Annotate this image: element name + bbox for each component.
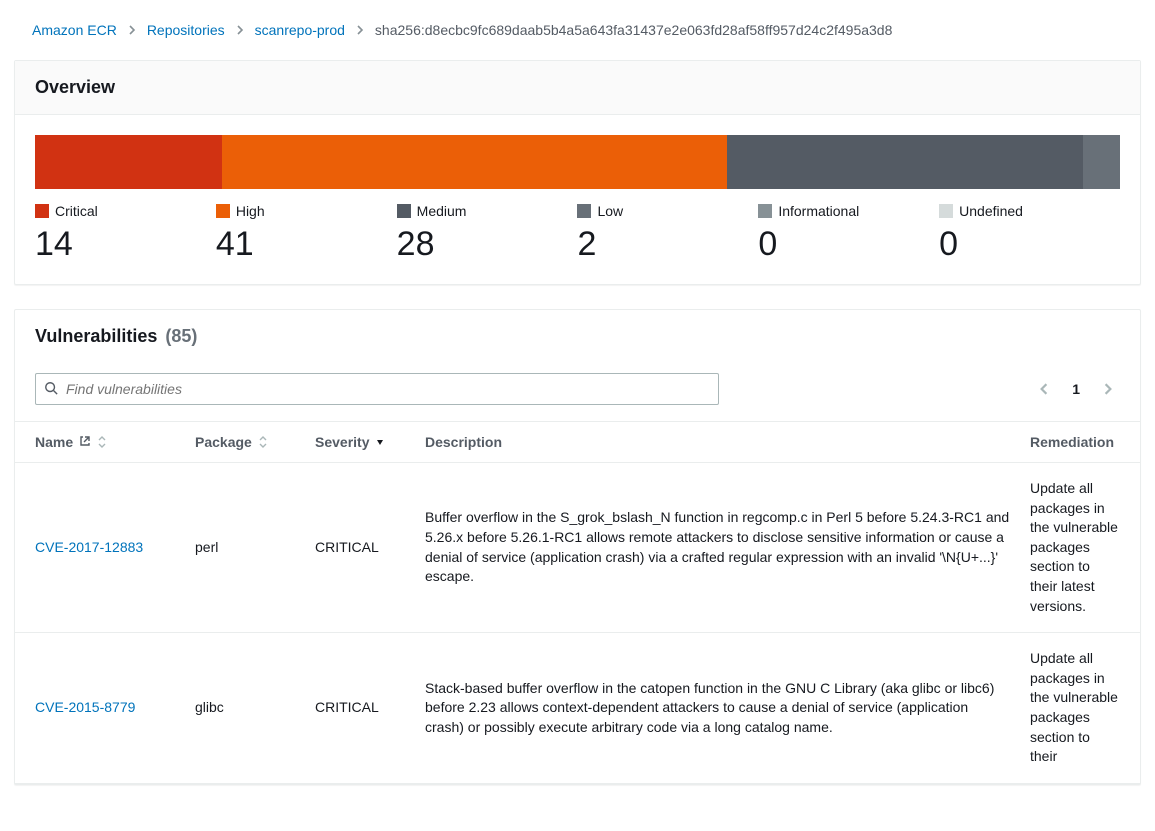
severity-bar-segment: [1083, 135, 1120, 189]
overview-title: Overview: [15, 61, 1140, 115]
cell-severity: CRITICAL: [305, 633, 415, 784]
legend-value: 14: [35, 225, 216, 264]
cve-link[interactable]: CVE-2015-8779: [35, 699, 135, 715]
legend-label: Undefined: [959, 203, 1023, 219]
legend-label: Critical: [55, 203, 98, 219]
overview-panel: Overview Critical14High41Medium28Low2Inf…: [14, 60, 1141, 285]
severity-bar-segment: [727, 135, 1083, 189]
cell-package: perl: [185, 463, 305, 633]
external-link-icon: [79, 434, 91, 450]
legend-item: Undefined 0: [939, 203, 1120, 264]
chevron-right-icon: [235, 25, 245, 35]
legend-label: Medium: [417, 203, 467, 219]
legend-value: 0: [939, 225, 1120, 264]
swatch-icon: [216, 204, 230, 218]
cell-remediation: Update all packages in the vulnerable pa…: [1020, 633, 1140, 784]
legend-label: Low: [597, 203, 623, 219]
swatch-icon: [758, 204, 772, 218]
col-description: Description: [415, 422, 1020, 463]
vulnerabilities-panel: Vulnerabilities (85) 1 Name: [14, 309, 1141, 785]
chevron-right-icon: [127, 25, 137, 35]
cell-description: Buffer overflow in the S_grok_bslash_N f…: [415, 463, 1020, 633]
col-remediation-label: Remediation: [1030, 434, 1114, 450]
cell-description: Stack-based buffer overflow in the catop…: [415, 633, 1020, 784]
breadcrumb-amazon-ecr[interactable]: Amazon ECR: [32, 22, 117, 38]
cve-link[interactable]: CVE-2017-12883: [35, 539, 143, 555]
table-row: CVE-2017-12883 perlCRITICALBuffer overflo…: [15, 463, 1140, 633]
col-description-label: Description: [425, 434, 502, 450]
severity-bar-segment: [222, 135, 728, 189]
cell-remediation: Update all packages in the vulnerable pa…: [1020, 463, 1140, 633]
col-remediation: Remediation: [1020, 422, 1140, 463]
breadcrumb-repositories[interactable]: Repositories: [147, 22, 225, 38]
vulnerabilities-table: Name Package: [15, 421, 1140, 784]
legend-value: 0: [758, 225, 939, 264]
search-input[interactable]: [66, 381, 710, 397]
table-header-row: Name Package: [15, 422, 1140, 463]
legend-label: High: [236, 203, 265, 219]
swatch-icon: [939, 204, 953, 218]
col-severity[interactable]: Severity: [305, 422, 415, 463]
legend-item: High 41: [216, 203, 397, 264]
chevron-right-icon: [355, 25, 365, 35]
legend-value: 41: [216, 225, 397, 264]
sort-down-icon: [375, 436, 385, 448]
search-icon: [44, 381, 58, 398]
breadcrumb-digest: sha256:d8ecbc9fc689daab5b4a5a643fa31437e…: [375, 22, 892, 38]
col-name-label: Name: [35, 434, 73, 450]
search-container[interactable]: [35, 373, 719, 405]
cell-severity: CRITICAL: [305, 463, 415, 633]
breadcrumb-scanrepo-prod[interactable]: scanrepo-prod: [255, 22, 345, 38]
vulnerabilities-title: Vulnerabilities: [35, 326, 157, 347]
severity-bar-segment: [35, 135, 222, 189]
col-name[interactable]: Name: [15, 422, 185, 463]
sort-icon: [258, 436, 268, 448]
breadcrumb: Amazon ECR Repositories scanrepo-prod sh…: [14, 22, 1141, 38]
legend-label: Informational: [778, 203, 859, 219]
legend-value: 2: [577, 225, 758, 264]
legend-item: Medium 28: [397, 203, 578, 264]
legend-item: Informational 0: [758, 203, 939, 264]
legend-item: Low 2: [577, 203, 758, 264]
page-number: 1: [1072, 381, 1080, 397]
pager: 1: [1038, 381, 1120, 397]
col-package-label: Package: [195, 434, 252, 450]
severity-bar: [35, 135, 1120, 189]
legend-value: 28: [397, 225, 578, 264]
vulnerabilities-count: (85): [165, 326, 197, 347]
cell-package: glibc: [185, 633, 305, 784]
swatch-icon: [577, 204, 591, 218]
page-prev-button[interactable]: [1038, 383, 1050, 395]
col-package[interactable]: Package: [185, 422, 305, 463]
sort-icon: [97, 436, 107, 448]
table-row: CVE-2015-8779 glibcCRITICALStack-based bu…: [15, 633, 1140, 784]
page-next-button[interactable]: [1102, 383, 1114, 395]
swatch-icon: [397, 204, 411, 218]
col-severity-label: Severity: [315, 434, 369, 450]
swatch-icon: [35, 204, 49, 218]
severity-legend: Critical14High41Medium28Low2Informationa…: [35, 203, 1120, 264]
legend-item: Critical 14: [35, 203, 216, 264]
